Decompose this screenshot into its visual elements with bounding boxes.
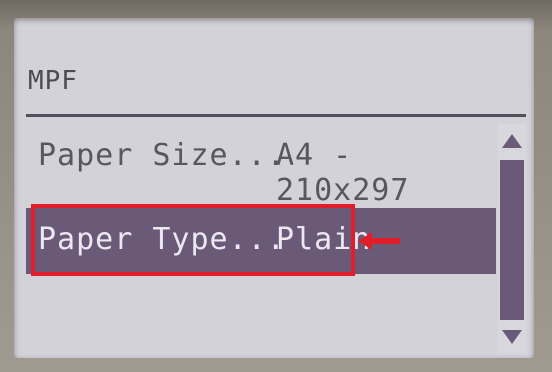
device-bezel: MPF Paper Size... A4 - 210x297 Paper Typ…	[0, 0, 552, 372]
triangle-up-icon[interactable]	[500, 130, 524, 152]
scrollbar[interactable]	[498, 124, 526, 354]
annotation-highlight-box	[31, 204, 355, 276]
left-arrow-icon	[358, 232, 400, 250]
menu-item-paper-size[interactable]: Paper Size... A4 - 210x297	[26, 124, 496, 208]
triangle-down-icon[interactable]	[500, 326, 524, 348]
paper-size-value: A4 - 210x297	[276, 138, 410, 208]
scrollbar-thumb[interactable]	[500, 160, 524, 320]
paper-size-label: Paper Size...	[38, 138, 286, 173]
screen-title: MPF	[28, 66, 78, 96]
title-bar	[26, 48, 526, 117]
lcd-screen: MPF Paper Size... A4 - 210x297 Paper Typ…	[14, 18, 534, 358]
